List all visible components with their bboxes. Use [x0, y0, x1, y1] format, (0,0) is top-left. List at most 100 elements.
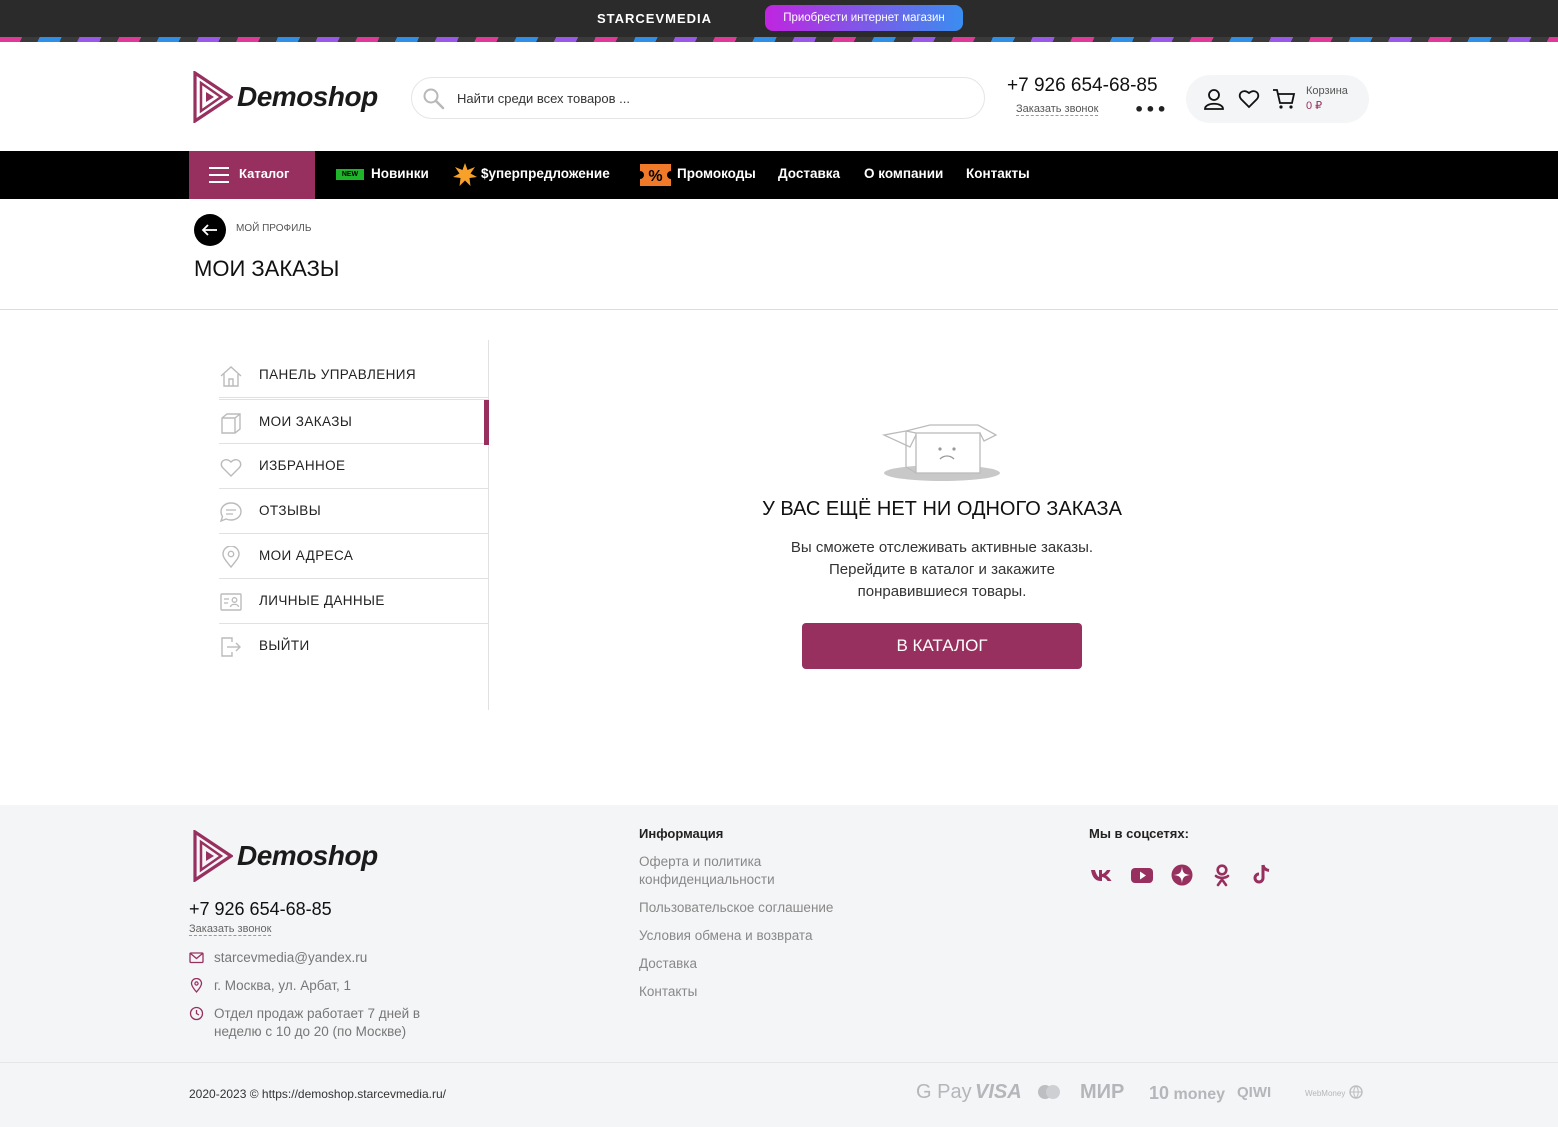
sidebar-item-personal-data[interactable]: ЛИЧНЫЕ ДАННЫЕ: [219, 579, 488, 624]
more-contacts-button[interactable]: •••: [1134, 100, 1168, 119]
user-icon[interactable]: [1203, 88, 1225, 110]
id-card-icon: [220, 593, 242, 611]
sidebar-item-label: МОИ АДРЕСА: [259, 548, 354, 563]
footer-link-offer[interactable]: Оферта и политика конфиденциальности: [639, 853, 775, 889]
sidebar-item-addresses[interactable]: МОИ АДРЕСА: [219, 534, 488, 579]
header-actions: Корзина 0 ₽: [1186, 75, 1369, 123]
back-button[interactable]: [194, 214, 226, 246]
footer-divider: [0, 1062, 1558, 1063]
catalog-button[interactable]: Каталог: [189, 151, 315, 199]
odnoklassniki-icon[interactable]: [1209, 862, 1235, 888]
empty-state-text: Вы сможете отслеживать активные заказы. …: [740, 537, 1144, 603]
footer-link-delivery[interactable]: Доставка: [639, 955, 697, 973]
header-phone[interactable]: +7 926 654-68-85: [1007, 75, 1158, 97]
starburst-icon: [453, 163, 477, 186]
footer-link-terms[interactable]: Пользовательское соглашение: [639, 899, 833, 917]
promo-bar: STARCEVMEDIA Приобрести интернет магазин: [0, 0, 1558, 37]
go-to-catalog-button[interactable]: В КАТАЛОГ: [802, 623, 1082, 669]
cart-icon[interactable]: [1272, 88, 1296, 110]
nav-item-delivery[interactable]: Доставка: [778, 166, 840, 181]
promo-brand-logo[interactable]: STARCEVMEDIA: [597, 11, 712, 26]
main-nav: Каталог Новинки $уперпредложение % Промо…: [0, 151, 1558, 199]
mastercard-icon: [1038, 1085, 1060, 1099]
promo-ticket-icon: %: [640, 164, 671, 186]
footer-address-text: г. Москва, ул. Арбат, 1: [214, 978, 352, 993]
footer-social-heading: Мы в соцсетях:: [1089, 826, 1189, 841]
sidebar-item-label: ЛИЧНЫЕ ДАННЫЕ: [259, 593, 385, 608]
catalog-label: Каталог: [239, 166, 290, 181]
dzen-icon[interactable]: [1169, 862, 1195, 888]
footer-link-returns[interactable]: Условия обмена и возврата: [639, 927, 812, 945]
favorites-heart-icon[interactable]: [1238, 88, 1260, 110]
cart-sum: 0 ₽: [1306, 100, 1323, 112]
site-logo[interactable]: Demoshop: [193, 71, 378, 123]
burger-menu-icon: [209, 167, 229, 188]
divider: [0, 309, 1558, 310]
logo-text: Demoshop: [237, 81, 378, 112]
webmoney-globe-icon: [1349, 1085, 1363, 1099]
footer-phone[interactable]: +7 926 654-68-85: [189, 899, 332, 920]
footer-address: г. Москва, ул. Арбат, 1: [189, 977, 449, 995]
footer-link-contacts[interactable]: Контакты: [639, 983, 697, 1001]
footer-hours-line2: неделю с 10 до 20 (по Москве): [214, 1024, 407, 1039]
qiwi-icon: QIWI: [1237, 1084, 1272, 1101]
logo-triangle-icon: [193, 71, 233, 123]
new-badge: NEW: [336, 169, 364, 180]
empty-state-line: Вы сможете отслеживать активные заказы.: [790, 539, 1094, 556]
chat-icon: [219, 502, 242, 523]
tiktok-icon[interactable]: [1249, 862, 1275, 888]
box-icon: [221, 413, 241, 434]
clock-icon: [189, 1006, 204, 1021]
nav-item-new[interactable]: Новинки: [371, 166, 429, 181]
empty-state-title: У ВАС ЕЩЁ НЕТ НИ ОДНОГО ЗАКАЗА: [762, 498, 1122, 520]
home-icon: [220, 366, 242, 387]
sidebar-item-logout[interactable]: ВЫЙТИ: [219, 624, 488, 669]
footer-email[interactable]: starcevmedia@yandex.ru: [189, 949, 449, 967]
logo-triangle-icon: [193, 830, 233, 882]
vk-icon[interactable]: [1089, 862, 1115, 888]
empty-box-illustration: [881, 424, 1000, 481]
empty-state-line: Перейдите в каталог и закажите: [829, 561, 1055, 578]
footer-callback-link[interactable]: Заказать звонок: [189, 923, 272, 936]
search-input[interactable]: [457, 86, 957, 110]
footer-hours: Отдел продаж работает 7 дней в неделю с …: [189, 1005, 469, 1041]
sidebar-item-orders[interactable]: МОИ ЗАКАЗЫ: [219, 399, 489, 445]
nav-item-superoffer[interactable]: $уперпредложение: [481, 166, 610, 181]
mir-icon: МИР: [1080, 1081, 1125, 1103]
svg-text:%: %: [648, 168, 662, 185]
sidebar-item-label: ИЗБРАННОЕ: [259, 458, 346, 473]
yoomoney-text: money: [1173, 1086, 1226, 1103]
footer-link-offer-line2: конфиденциальности: [639, 872, 775, 887]
location-pin-icon: [190, 978, 203, 993]
empty-state-line: понравившиеся товары.: [857, 583, 1027, 600]
sidebar-item-favorites[interactable]: ИЗБРАННОЕ: [219, 444, 488, 489]
breadcrumb-profile[interactable]: МОЙ ПРОФИЛЬ: [236, 223, 311, 234]
footer-info-heading: Информация: [639, 826, 724, 841]
arrow-left-icon: [201, 224, 217, 236]
sidebar-item-dashboard[interactable]: ПАНЕЛЬ УПРАВЛЕНИЯ: [219, 353, 488, 398]
nav-item-promocodes[interactable]: Промокоды: [677, 166, 756, 181]
location-pin-icon: [222, 546, 240, 568]
footer-logo[interactable]: Demoshop: [193, 830, 378, 882]
logout-icon: [221, 637, 241, 657]
nav-item-about[interactable]: О компании: [864, 166, 943, 181]
footer-email-text: starcevmedia@yandex.ru: [214, 950, 368, 965]
cart-label[interactable]: Корзина: [1306, 85, 1348, 97]
footer-link-offer-line1: Оферта и политика: [639, 854, 762, 869]
nav-item-contacts[interactable]: Контакты: [966, 166, 1030, 181]
mail-icon: [189, 952, 204, 964]
search-icon[interactable]: [422, 87, 446, 111]
youtube-icon[interactable]: [1129, 862, 1155, 888]
sidebar-item-reviews[interactable]: ОТЗЫВЫ: [219, 489, 488, 534]
footer-hours-line1: Отдел продаж работает 7 дней в: [214, 1006, 421, 1021]
search-bar[interactable]: [411, 77, 985, 119]
decorative-stripe: [0, 37, 1558, 42]
header-callback-link[interactable]: Заказать звонок: [1016, 103, 1099, 116]
logo-text: Demoshop: [237, 840, 378, 871]
buy-store-button[interactable]: Приобрести интернет магазин: [765, 5, 963, 31]
heart-icon: [220, 459, 242, 477]
sidebar-item-label: ОТЗЫВЫ: [259, 503, 322, 518]
page-title: МОИ ЗАКАЗЫ: [194, 256, 340, 281]
yoomoney-icon: 10 money: [1149, 1083, 1225, 1104]
sidebar-item-label: ПАНЕЛЬ УПРАВЛЕНИЯ: [259, 367, 417, 382]
